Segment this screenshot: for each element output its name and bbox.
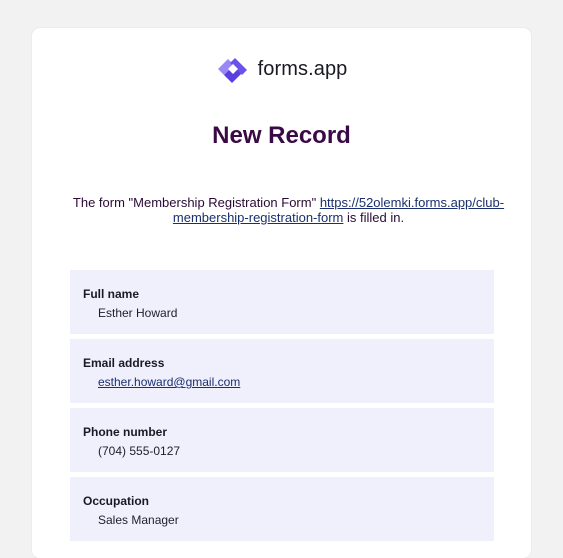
field-full-name: Full name Esther Howard	[70, 270, 494, 334]
field-occupation: Occupation Sales Manager	[70, 477, 494, 541]
field-label: Occupation	[83, 494, 150, 508]
field-label: Phone number	[83, 425, 168, 439]
intro-suffix: is filled in.	[343, 210, 405, 225]
email-link[interactable]: esther.howard@gmail.com	[98, 375, 240, 389]
field-email-address: Email address esther.howard@gmail.com	[70, 339, 494, 403]
forms-app-logo-icon	[217, 58, 247, 83]
field-label: Full name	[83, 287, 140, 301]
field-value: Sales Manager	[98, 513, 179, 527]
field-value: Esther Howard	[98, 306, 178, 320]
field-phone-number: Phone number (704) 555-0127	[70, 408, 494, 472]
field-label: Email address	[83, 356, 165, 370]
intro-text: The form "Membership Registration Form" …	[62, 195, 515, 225]
brand-name: forms.app	[257, 57, 348, 80]
brand-logo[interactable]: forms.app	[32, 54, 531, 84]
page-title: New Record	[212, 122, 351, 149]
email-card: forms.app New Record The form "Membershi…	[32, 28, 531, 558]
field-value: (704) 555-0127	[98, 444, 181, 458]
intro-prefix: The form "Membership Registration Form"	[72, 195, 320, 210]
